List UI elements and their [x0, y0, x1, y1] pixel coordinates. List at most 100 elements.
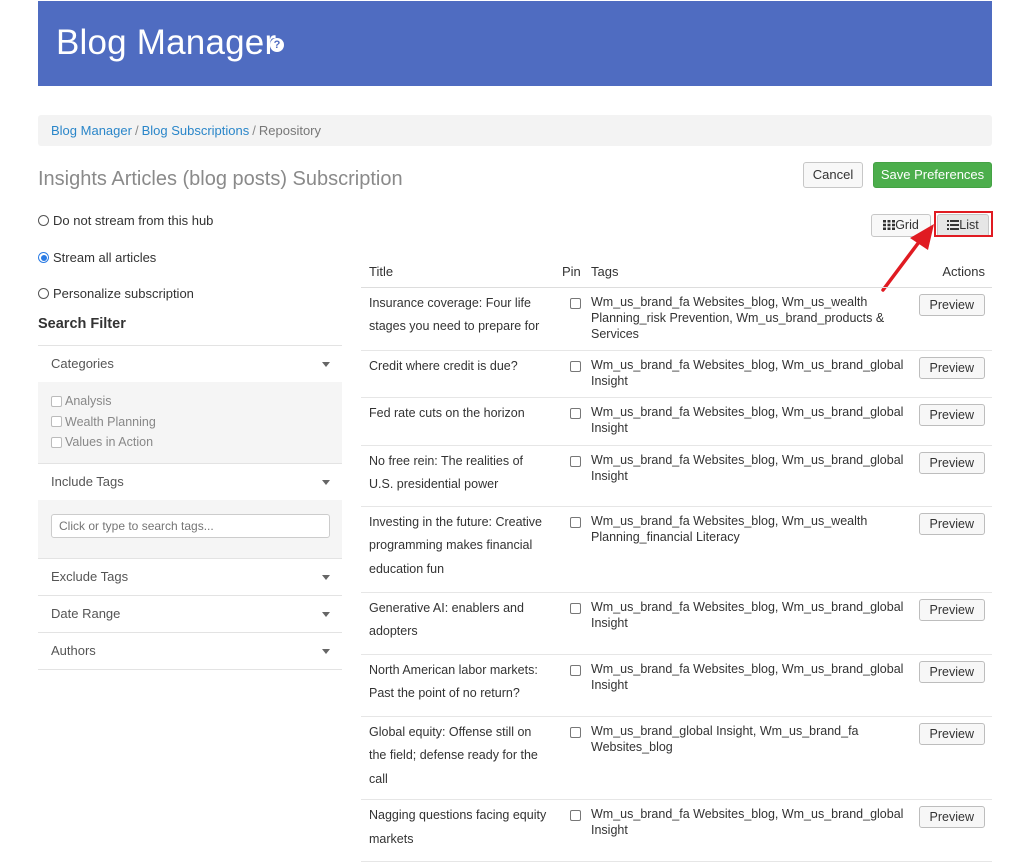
caret-down-icon — [322, 575, 330, 580]
article-tags: Wm_us_brand_fa Websites_blog, Wm_us_bran… — [591, 799, 910, 862]
article-title: Generative AI: enablers and adopters — [361, 592, 558, 655]
article-title: Global equity: Offense still on the fiel… — [361, 716, 558, 800]
pin-checkbox[interactable] — [570, 297, 581, 309]
preview-button[interactable]: Preview — [918, 403, 985, 426]
article-tags: Wm_us_brand_fa Websites_blog, Wm_us_bran… — [591, 654, 910, 717]
help-icon[interactable]: ? — [270, 38, 284, 52]
breadcrumb-current: Repository — [258, 123, 322, 138]
pin-cell — [558, 592, 591, 655]
preview-button[interactable]: Preview — [918, 356, 985, 379]
table-row: Insurance coverage: Four life stages you… — [361, 287, 992, 351]
exclude-tags-header[interactable]: Exclude Tags — [38, 559, 342, 595]
breadcrumb: Blog Manager / Blog Subscriptions / Reposito… — [38, 115, 992, 146]
article-title: Insurance coverage: Four life stages you… — [361, 287, 558, 351]
authors-label: Authors — [51, 643, 96, 658]
category-option-analysis[interactable]: Analysis — [51, 391, 329, 412]
radio-personalize[interactable]: Personalize subscription — [38, 286, 194, 301]
preview-button[interactable]: Preview — [918, 660, 985, 683]
include-tags-label: Include Tags — [51, 474, 124, 489]
preview-button[interactable]: Preview — [918, 598, 985, 621]
category-option-wealth-planning[interactable]: Wealth Planning — [51, 412, 329, 433]
preview-button[interactable]: Preview — [918, 293, 985, 316]
cancel-button[interactable]: Cancel — [803, 162, 863, 188]
breadcrumb-link-blog-manager[interactable]: Blog Manager — [51, 123, 132, 138]
include-tags-header[interactable]: Include Tags — [38, 464, 342, 500]
checkbox-icon[interactable] — [51, 395, 62, 407]
include-tags-input[interactable] — [51, 514, 330, 538]
table-row: Nagging questions facing equity markets W… — [361, 799, 992, 862]
article-tags: Wm_us_brand_fa Websites_blog, Wm_us_bran… — [591, 350, 910, 398]
article-title: Fed rate cuts on the horizon — [361, 397, 558, 446]
preview-button[interactable]: Preview — [918, 806, 985, 828]
pin-checkbox[interactable] — [570, 360, 581, 372]
highlight-box — [934, 211, 993, 237]
categories-header[interactable]: Categories — [38, 346, 342, 382]
article-title: Investing in the future: Creative progra… — [361, 506, 558, 593]
preview-button[interactable]: Preview — [918, 512, 985, 535]
radio-do-not-stream[interactable]: Do not stream from this hub — [38, 213, 213, 228]
pin-checkbox[interactable] — [570, 664, 581, 676]
table-row: Generative AI: enablers and adopters Wm_u… — [361, 592, 992, 655]
authors-header[interactable]: Authors — [38, 633, 342, 669]
authors-filter[interactable]: Authors — [38, 632, 342, 669]
article-title: North American labor markets: Past the p… — [361, 654, 558, 717]
pin-checkbox[interactable] — [570, 516, 581, 528]
caret-down-icon — [322, 362, 330, 367]
caret-down-icon — [322, 612, 330, 617]
article-tags: Wm_us_brand_fa Websites_blog, Wm_us_bran… — [591, 445, 910, 507]
actions-cell: Preview — [910, 397, 992, 446]
pin-cell — [558, 287, 591, 351]
include-tags-filter: Include Tags — [38, 463, 342, 558]
breadcrumb-link-blog-subscriptions[interactable]: Blog Subscriptions — [142, 123, 250, 138]
date-range-header[interactable]: Date Range — [38, 596, 342, 632]
pin-cell — [558, 654, 591, 717]
pin-checkbox[interactable] — [570, 726, 581, 738]
pin-cell — [558, 716, 591, 800]
table-header-row: Title Pin Tags Actions — [361, 256, 992, 288]
caret-down-icon — [322, 649, 330, 654]
save-preferences-button[interactable]: Save Preferences — [873, 162, 992, 188]
caret-down-icon — [322, 480, 330, 485]
table-row: Investing in the future: Creative progra… — [361, 506, 992, 593]
column-header-title[interactable]: Title — [361, 256, 558, 288]
table-row: North American labor markets: Past the p… — [361, 654, 992, 717]
column-header-actions: Actions — [910, 256, 992, 288]
pin-checkbox[interactable] — [570, 810, 581, 821]
exclude-tags-label: Exclude Tags — [51, 569, 129, 584]
column-header-tags[interactable]: Tags — [591, 256, 910, 288]
category-option-values-in-action[interactable]: Values in Action — [51, 432, 329, 453]
checkbox-icon[interactable] — [51, 436, 62, 448]
radio-stream-all[interactable]: Stream all articles — [38, 250, 156, 265]
checkbox-icon[interactable] — [51, 416, 62, 428]
article-tags: Wm_us_brand_fa Websites_blog, Wm_us_bran… — [591, 397, 910, 446]
pin-checkbox[interactable] — [570, 602, 581, 614]
table-row: Credit where credit is due? Wm_us_brand_f… — [361, 350, 992, 398]
page-title: Insights Articles (blog posts) Subscript… — [38, 168, 403, 190]
article-title: No free rein: The realities of U.S. pres… — [361, 445, 558, 507]
filter-divider — [38, 669, 342, 670]
actions-cell: Preview — [910, 716, 992, 800]
pin-checkbox[interactable] — [570, 455, 581, 467]
article-tags: Wm_us_brand_fa Websites_blog, Wm_us_weal… — [591, 506, 910, 593]
exclude-tags-filter[interactable]: Exclude Tags — [38, 558, 342, 595]
table-row: Fed rate cuts on the horizon Wm_us_brand_… — [361, 397, 992, 446]
pin-cell — [558, 350, 591, 398]
actions-cell: Preview — [910, 350, 992, 398]
column-header-pin[interactable]: Pin — [558, 256, 591, 288]
radio-label: Do not stream from this hub — [53, 213, 214, 228]
article-title: Credit where credit is due? — [361, 350, 558, 398]
actions-cell: Preview — [910, 592, 992, 655]
article-tags: Wm_us_brand_fa Websites_blog, Wm_us_bran… — [591, 592, 910, 655]
date-range-filter[interactable]: Date Range — [38, 595, 342, 632]
article-title: Nagging questions facing equity markets — [361, 799, 558, 862]
radio-icon[interactable] — [38, 252, 49, 263]
table-row: Global equity: Offense still on the fiel… — [361, 716, 992, 800]
pin-cell — [558, 445, 591, 507]
radio-icon[interactable] — [38, 288, 49, 299]
preview-button[interactable]: Preview — [918, 451, 985, 474]
table-row: No free rein: The realities of U.S. pres… — [361, 445, 992, 507]
radio-icon[interactable] — [38, 215, 49, 226]
date-range-label: Date Range — [51, 606, 121, 621]
preview-button[interactable]: Preview — [918, 722, 985, 745]
pin-checkbox[interactable] — [570, 407, 581, 419]
